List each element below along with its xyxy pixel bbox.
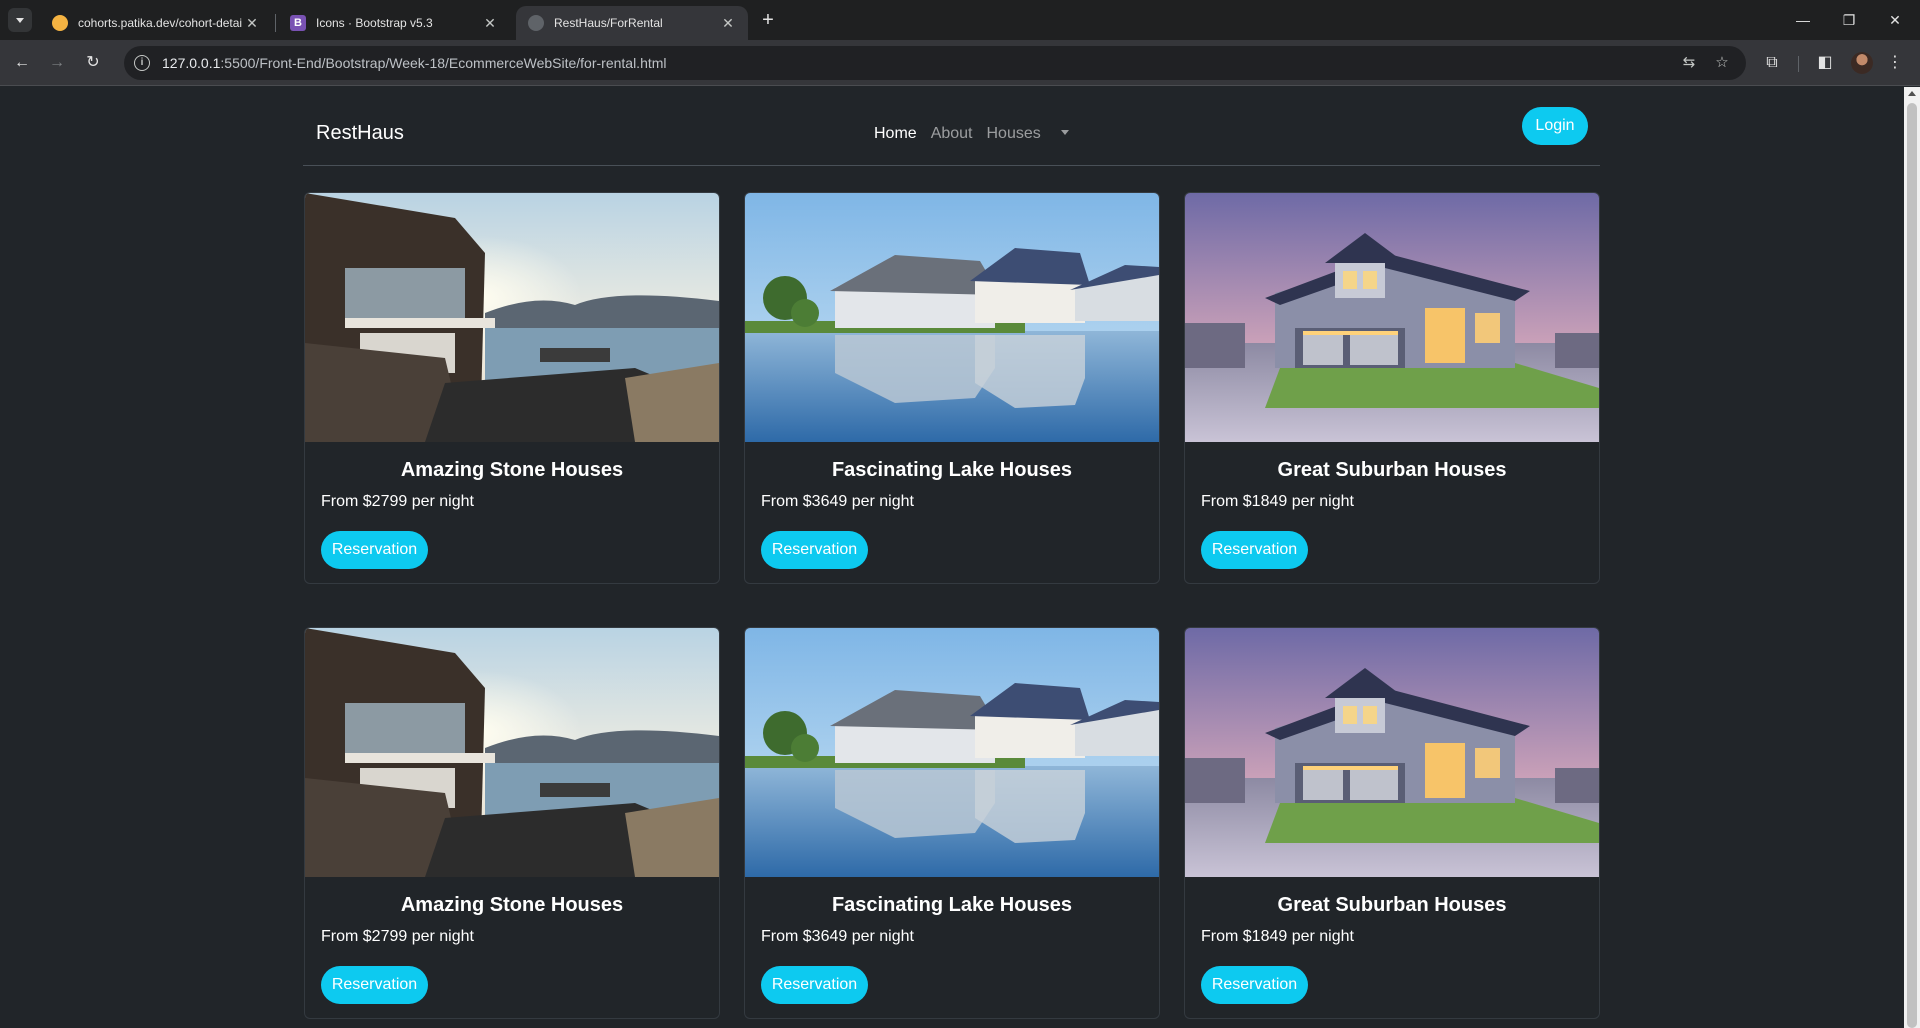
stone-house-image: [305, 193, 719, 442]
minimize-icon[interactable]: —: [1780, 6, 1826, 34]
browser-tab[interactable]: cohorts.patika.dev/cohort-detai ✕: [40, 6, 272, 40]
house-card: Fascinating Lake Houses From $3649 per n…: [744, 627, 1160, 1019]
bootstrap-favicon-icon: B: [290, 15, 306, 31]
toolbar-separator: [1798, 56, 1799, 72]
restore-icon[interactable]: ❐: [1826, 6, 1872, 34]
card-title: Great Suburban Houses: [1277, 894, 1507, 916]
reservation-button[interactable]: Reservation: [1201, 966, 1308, 1004]
tab-title: Icons · Bootstrap v5.3: [316, 16, 433, 30]
tab-title: RestHaus/ForRental: [554, 16, 663, 30]
scrollbar-thumb[interactable]: [1907, 103, 1917, 1028]
reservation-button[interactable]: Reservation: [1201, 531, 1308, 569]
stone-house-image: [305, 628, 719, 877]
card-title: Great Suburban Houses: [1277, 459, 1507, 481]
patika-favicon-icon: [52, 15, 68, 31]
login-button[interactable]: Login: [1522, 107, 1588, 145]
house-card: Fascinating Lake Houses From $3649 per n…: [744, 192, 1160, 584]
new-tab-plus-icon[interactable]: +: [756, 9, 780, 33]
reservation-button[interactable]: Reservation: [761, 966, 868, 1004]
back-arrow-icon[interactable]: ←: [10, 51, 34, 75]
site-navbar: RestHaus Home About Houses Login: [303, 107, 1600, 166]
chevron-down-icon: [16, 17, 24, 23]
card-title: Fascinating Lake Houses: [831, 894, 1073, 916]
lake-house-image: [745, 628, 1159, 877]
house-card: Great Suburban Houses From $1849 per nig…: [1184, 627, 1600, 1019]
reservation-button[interactable]: Reservation: [321, 966, 428, 1004]
page-favicon-icon: [528, 15, 544, 31]
address-url[interactable]: 127.0.0.1:5500/Front-End/Bootstrap/Week-…: [162, 55, 667, 71]
site-brand[interactable]: RestHaus: [316, 122, 404, 145]
card-price: From $1849 per night: [1201, 493, 1354, 510]
reservation-button[interactable]: Reservation: [321, 531, 428, 569]
translate-icon[interactable]: ⇆: [1680, 54, 1698, 72]
tab-title: cohorts.patika.dev/cohort-detai: [78, 16, 243, 30]
address-bar[interactable]: i 127.0.0.1:5500/Front-End/Bootstrap/Wee…: [124, 46, 1746, 80]
close-icon[interactable]: ✕: [482, 15, 498, 32]
url-path: :5500/Front-End/Bootstrap/Week-18/Ecomme…: [220, 55, 667, 71]
window-close-icon[interactable]: ✕: [1872, 6, 1918, 34]
side-panel-icon[interactable]: ◧: [1814, 52, 1836, 74]
nav-link-about[interactable]: About: [931, 125, 973, 143]
nav-link-houses-dropdown[interactable]: Houses: [987, 125, 1069, 143]
caret-down-icon: [1060, 130, 1069, 136]
profile-avatar[interactable]: [1851, 52, 1873, 74]
extensions-puzzle-icon[interactable]: ⧉: [1761, 52, 1783, 74]
reservation-button[interactable]: Reservation: [761, 531, 868, 569]
page-scrollbar[interactable]: [1904, 87, 1920, 1028]
close-icon[interactable]: ✕: [244, 15, 260, 32]
house-card: Amazing Stone Houses From $2799 per nigh…: [304, 627, 720, 1019]
more-menu-icon[interactable]: ⋮: [1884, 52, 1906, 74]
card-title: Amazing Stone Houses: [400, 894, 624, 916]
card-price: From $3649 per night: [761, 493, 914, 510]
nav-links: Home About Houses: [874, 125, 1083, 143]
scroll-up-arrow-icon[interactable]: [1908, 91, 1916, 96]
card-price: From $3649 per night: [761, 928, 914, 945]
bookmark-star-icon[interactable]: ☆: [1713, 54, 1731, 72]
card-price: From $2799 per night: [321, 928, 474, 945]
url-host: 127.0.0.1: [162, 55, 221, 71]
nav-link-home[interactable]: Home: [874, 125, 917, 143]
tab-search-button[interactable]: [8, 8, 32, 32]
card-price: From $2799 per night: [321, 493, 474, 510]
browser-tab-bar: cohorts.patika.dev/cohort-detai ✕ B Icon…: [0, 0, 1920, 40]
browser-tab[interactable]: B Icons · Bootstrap v5.3 ✕: [278, 6, 510, 40]
nav-link-houses-label: Houses: [986, 125, 1041, 142]
browser-tab-active[interactable]: RestHaus/ForRental ✕: [516, 6, 748, 40]
site-info-icon[interactable]: i: [134, 55, 150, 71]
suburban-house-image: [1185, 193, 1599, 442]
close-icon[interactable]: ✕: [720, 15, 736, 32]
house-card: Great Suburban Houses From $1849 per nig…: [1184, 192, 1600, 584]
browser-toolbar: ← → ↻ i 127.0.0.1:5500/Front-End/Bootstr…: [0, 40, 1920, 86]
card-price: From $1849 per night: [1201, 928, 1354, 945]
house-card: Amazing Stone Houses From $2799 per nigh…: [304, 192, 720, 584]
card-title: Fascinating Lake Houses: [831, 459, 1073, 481]
lake-house-image: [745, 193, 1159, 442]
card-title: Amazing Stone Houses: [400, 459, 624, 481]
tab-separator: [275, 14, 276, 32]
suburban-house-image: [1185, 628, 1599, 877]
page-viewport: RestHaus Home About Houses Login Amazing…: [0, 87, 1904, 1028]
reload-icon[interactable]: ↻: [81, 51, 105, 75]
forward-arrow-icon[interactable]: →: [45, 51, 69, 75]
